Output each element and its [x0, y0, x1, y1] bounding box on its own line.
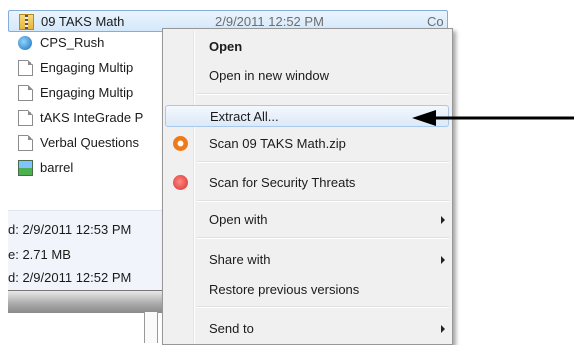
file-name: Engaging Multip — [40, 60, 134, 75]
document-icon — [18, 60, 33, 76]
menu-item-label: Restore previous versions — [209, 282, 360, 297]
security-scan-icon — [173, 175, 188, 190]
menu-item-label: Share with — [209, 252, 271, 267]
menu-item-label: Open — [209, 39, 243, 54]
details-pane: d: 2/9/2011 12:53 PM e: 2.71 MB d: 2/9/2… — [8, 210, 168, 291]
file-name: Verbal Questions — [40, 135, 140, 150]
detail-date-created: d: 2/9/2011 12:52 PM — [8, 270, 132, 285]
menu-item-label: Open with — [209, 212, 268, 227]
document-icon — [18, 135, 33, 151]
file-name: Engaging Multip — [40, 85, 134, 100]
file-name: tAKS InteGrade P — [40, 110, 144, 125]
submenu-arrow-icon — [441, 325, 445, 333]
menu-separator — [197, 200, 449, 202]
detail-date-modified: d: 2/9/2011 12:53 PM — [8, 222, 132, 237]
submenu-arrow-icon — [441, 216, 445, 224]
menu-separator — [197, 93, 449, 95]
menu-item-share-with[interactable]: Share with — [165, 249, 449, 271]
context-menu: Open Open in new window Extract All... S… — [162, 28, 453, 345]
menu-separator — [197, 161, 449, 163]
menu-item-open[interactable]: Open — [165, 36, 449, 58]
document-icon — [18, 110, 33, 126]
menu-item-label: Scan 09 TAKS Math.zip — [209, 136, 346, 151]
file-name: barrel — [40, 160, 74, 175]
pointer-arrow-icon — [412, 110, 574, 126]
menu-item-label: Open in new window — [209, 68, 329, 83]
globe-icon — [18, 36, 32, 50]
zip-folder-icon — [19, 14, 34, 30]
file-type: Co — [427, 14, 444, 29]
menu-item-extract-all[interactable]: Extract All... — [165, 105, 449, 127]
file-date: 2/9/2011 12:52 PM — [215, 14, 324, 29]
detail-size: e: 2.71 MB — [8, 247, 71, 262]
menu-separator — [197, 306, 449, 308]
avast-scan-icon — [173, 136, 188, 151]
submenu-arrow-icon — [441, 256, 445, 264]
menu-item-label: Scan for Security Threats — [209, 175, 356, 190]
file-name: CPS_Rush — [40, 35, 105, 50]
menu-item-label: Extract All... — [210, 109, 279, 124]
menu-item-open-new-window[interactable]: Open in new window — [165, 65, 449, 87]
document-icon — [18, 85, 33, 101]
scrollbar-strip[interactable] — [144, 312, 158, 343]
menu-item-send-to[interactable]: Send to — [165, 318, 449, 340]
menu-item-restore-previous[interactable]: Restore previous versions — [165, 279, 449, 301]
menu-item-open-with[interactable]: Open with — [165, 209, 449, 231]
menu-separator — [197, 237, 449, 239]
menu-item-scan-zip[interactable]: Scan 09 TAKS Math.zip — [165, 133, 449, 155]
file-name: 09 TAKS Math — [41, 14, 125, 29]
menu-item-label: Send to — [209, 321, 254, 336]
menu-item-scan-security[interactable]: Scan for Security Threats — [165, 172, 449, 194]
image-icon — [18, 160, 33, 176]
